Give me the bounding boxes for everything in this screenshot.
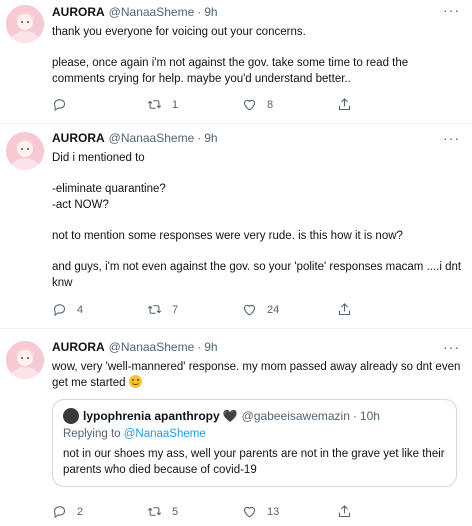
share-icon bbox=[338, 505, 351, 518]
reply-button[interactable]: 2 bbox=[52, 504, 147, 519]
reply-count: 4 bbox=[77, 303, 84, 316]
share-icon bbox=[338, 98, 351, 111]
tweet-paragraph: -eliminate quarantine? -act NOW? bbox=[52, 183, 166, 211]
tweet-text: wow, very 'well-mannered' response. my m… bbox=[52, 359, 462, 391]
smiling-face-emoji bbox=[128, 375, 142, 388]
timestamp[interactable]: 9h bbox=[204, 340, 217, 354]
more-options-icon[interactable]: ··· bbox=[443, 2, 460, 18]
retweet-icon bbox=[147, 507, 162, 516]
author-name[interactable]: AURORA bbox=[52, 131, 105, 145]
quoted-tweet[interactable]: lypophrenia apanthropy 🖤 @gabeeisawemazi… bbox=[52, 399, 457, 487]
author-handle[interactable]: @NanaaSheme bbox=[109, 131, 195, 145]
timestamp[interactable]: 9h bbox=[204, 5, 217, 19]
timeline: AURORA @NanaaSheme · 9h ··· thank you ev… bbox=[0, 0, 472, 526]
retweet-count: 1 bbox=[172, 98, 179, 111]
avatar[interactable] bbox=[6, 341, 44, 379]
separator-dot: · bbox=[197, 131, 202, 145]
avatar[interactable] bbox=[6, 132, 44, 170]
replying-to-label: Replying to bbox=[63, 428, 121, 440]
author-name[interactable]: AURORA bbox=[52, 5, 105, 19]
quoted-author-name: lypophrenia apanthropy bbox=[83, 409, 220, 423]
quoted-tweet-text: not in our shoes my ass, well your paren… bbox=[63, 448, 445, 476]
share-button[interactable] bbox=[337, 504, 432, 519]
tweet-paragraph: please, once again i'm not against the g… bbox=[52, 57, 412, 85]
more-options-icon[interactable]: ··· bbox=[443, 130, 460, 146]
author-handle[interactable]: @NanaaSheme bbox=[109, 5, 195, 19]
action-bar: 2 5 13 bbox=[52, 504, 432, 519]
tweet-text: Did i mentioned to -eliminate quarantine… bbox=[52, 150, 462, 291]
action-bar: 1 8 bbox=[52, 97, 432, 112]
tweet-paragraph: and guys, i'm not even against the gov. … bbox=[52, 261, 465, 289]
retweet-button[interactable]: 7 bbox=[147, 302, 242, 317]
replying-to-mention[interactable]: @NanaaSheme bbox=[124, 428, 206, 440]
tweet-header: AURORA @NanaaSheme · 9h bbox=[52, 130, 462, 146]
author-handle[interactable]: @NanaaSheme bbox=[109, 340, 195, 354]
tweet-paragraph: thank you everyone for voicing out your … bbox=[52, 26, 306, 38]
tweet-paragraph-text: wow, very 'well-mannered' response. my m… bbox=[52, 361, 464, 389]
retweet-button[interactable]: 5 bbox=[147, 504, 242, 519]
reply-icon bbox=[53, 99, 66, 112]
avatar[interactable] bbox=[6, 5, 44, 43]
like-button[interactable]: 24 bbox=[242, 302, 337, 317]
like-button[interactable]: 13 bbox=[242, 504, 337, 519]
timestamp[interactable]: 9h bbox=[204, 131, 217, 145]
retweet-icon bbox=[147, 100, 162, 109]
black-heart-emoji: 🖤 bbox=[222, 409, 238, 423]
tweet[interactable]: AURORA @NanaaSheme · 9h ··· thank you ev… bbox=[0, 0, 472, 124]
reply-icon bbox=[53, 304, 66, 317]
share-icon bbox=[338, 303, 351, 316]
avatar-image bbox=[6, 341, 44, 379]
tweet-paragraph: Did i mentioned to bbox=[52, 152, 145, 164]
more-options-icon[interactable]: ··· bbox=[443, 339, 460, 355]
retweet-button[interactable]: 1 bbox=[147, 97, 242, 112]
reply-button[interactable]: 4 bbox=[52, 302, 147, 317]
retweet-icon bbox=[147, 305, 162, 314]
retweet-count: 7 bbox=[172, 303, 179, 316]
separator-dot: · bbox=[197, 340, 202, 354]
tweet[interactable]: AURORA @NanaaSheme · 9h ··· wow, very 'w… bbox=[0, 329, 472, 526]
quoted-avatar bbox=[63, 408, 79, 424]
reply-icon bbox=[53, 506, 66, 519]
share-button[interactable] bbox=[337, 97, 432, 112]
quoted-author-handle: @gabeeisawemazin bbox=[241, 409, 350, 423]
like-count: 24 bbox=[267, 303, 280, 316]
action-bar: 4 7 24 bbox=[52, 302, 432, 317]
tweet-paragraph: wow, very 'well-mannered' response. my m… bbox=[52, 359, 462, 391]
replying-to: Replying to @NanaaSheme bbox=[63, 428, 446, 440]
retweet-count: 5 bbox=[172, 505, 179, 518]
like-count: 13 bbox=[267, 505, 280, 518]
reply-button[interactable] bbox=[52, 97, 147, 112]
tweet-text: thank you everyone for voicing out your … bbox=[52, 24, 462, 87]
avatar-image bbox=[6, 132, 44, 170]
author-name[interactable]: AURORA bbox=[52, 340, 105, 354]
tweet[interactable]: AURORA @NanaaSheme · 9h ··· Did i mentio… bbox=[0, 124, 472, 329]
tweet-header: AURORA @NanaaSheme · 9h bbox=[52, 4, 462, 20]
like-count: 8 bbox=[267, 98, 274, 111]
reply-count: 2 bbox=[77, 505, 84, 518]
separator-dot: · bbox=[352, 409, 357, 423]
tweet-header: AURORA @NanaaSheme · 9h bbox=[52, 339, 462, 355]
like-icon bbox=[243, 304, 256, 316]
quoted-timestamp: 10h bbox=[359, 409, 380, 423]
like-icon bbox=[243, 506, 256, 518]
avatar-image bbox=[6, 5, 44, 43]
tweet-paragraph: not to mention some responses were very … bbox=[52, 230, 403, 242]
quoted-tweet-header: lypophrenia apanthropy 🖤 @gabeeisawemazi… bbox=[63, 408, 446, 424]
like-icon bbox=[243, 99, 256, 111]
separator-dot: · bbox=[197, 5, 202, 19]
like-button[interactable]: 8 bbox=[242, 97, 337, 112]
share-button[interactable] bbox=[337, 302, 432, 317]
